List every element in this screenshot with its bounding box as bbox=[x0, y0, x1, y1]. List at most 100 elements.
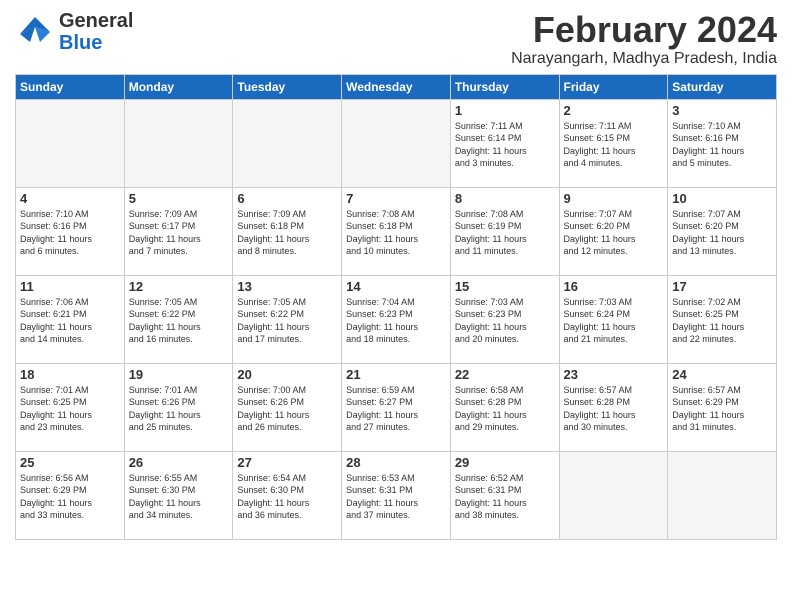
logo-name: General bbox=[59, 10, 133, 32]
col-saturday: Saturday bbox=[668, 74, 777, 99]
calendar-cell: 4 Sunrise: 7:10 AM Sunset: 6:16 PM Daylig… bbox=[16, 187, 125, 275]
calendar-cell: 24 Sunrise: 6:57 AM Sunset: 6:29 PM Dayli… bbox=[668, 363, 777, 451]
day-number: 8 bbox=[455, 191, 555, 206]
calendar-cell: 23 Sunrise: 6:57 AM Sunset: 6:28 PM Dayli… bbox=[559, 363, 668, 451]
col-tuesday: Tuesday bbox=[233, 74, 342, 99]
day-info: Sunrise: 7:01 AM Sunset: 6:26 PM Dayligh… bbox=[129, 384, 229, 434]
col-friday: Friday bbox=[559, 74, 668, 99]
calendar-cell bbox=[342, 99, 451, 187]
calendar-cell bbox=[233, 99, 342, 187]
day-number: 27 bbox=[237, 455, 337, 470]
logo-general: General bbox=[59, 10, 133, 32]
day-number: 23 bbox=[564, 367, 664, 382]
day-number: 10 bbox=[672, 191, 772, 206]
day-info: Sunrise: 7:04 AM Sunset: 6:23 PM Dayligh… bbox=[346, 296, 446, 346]
day-number: 9 bbox=[564, 191, 664, 206]
day-info: Sunrise: 7:01 AM Sunset: 6:25 PM Dayligh… bbox=[20, 384, 120, 434]
day-info: Sunrise: 7:07 AM Sunset: 6:20 PM Dayligh… bbox=[672, 208, 772, 258]
day-info: Sunrise: 6:57 AM Sunset: 6:29 PM Dayligh… bbox=[672, 384, 772, 434]
day-number: 12 bbox=[129, 279, 229, 294]
calendar-cell bbox=[559, 451, 668, 539]
location: Narayangarh, Madhya Pradesh, India bbox=[511, 50, 777, 68]
day-number: 25 bbox=[20, 455, 120, 470]
day-info: Sunrise: 7:03 AM Sunset: 6:23 PM Dayligh… bbox=[455, 296, 555, 346]
calendar-cell: 7 Sunrise: 7:08 AM Sunset: 6:18 PM Daylig… bbox=[342, 187, 451, 275]
calendar-cell: 28 Sunrise: 6:53 AM Sunset: 6:31 PM Dayli… bbox=[342, 451, 451, 539]
day-info: Sunrise: 6:56 AM Sunset: 6:29 PM Dayligh… bbox=[20, 472, 120, 522]
calendar-cell: 20 Sunrise: 7:00 AM Sunset: 6:26 PM Dayli… bbox=[233, 363, 342, 451]
day-info: Sunrise: 6:57 AM Sunset: 6:28 PM Dayligh… bbox=[564, 384, 664, 434]
col-monday: Monday bbox=[124, 74, 233, 99]
calendar-cell: 19 Sunrise: 7:01 AM Sunset: 6:26 PM Dayli… bbox=[124, 363, 233, 451]
day-number: 19 bbox=[129, 367, 229, 382]
day-info: Sunrise: 7:08 AM Sunset: 6:18 PM Dayligh… bbox=[346, 208, 446, 258]
day-info: Sunrise: 7:03 AM Sunset: 6:24 PM Dayligh… bbox=[564, 296, 664, 346]
calendar-week-row: 1Sunrise: 7:11 AM Sunset: 6:14 PM Daylig… bbox=[16, 99, 777, 187]
day-info: Sunrise: 7:10 AM Sunset: 6:16 PM Dayligh… bbox=[672, 120, 772, 170]
calendar-cell: 21 Sunrise: 6:59 AM Sunset: 6:27 PM Dayli… bbox=[342, 363, 451, 451]
calendar-cell: 11 Sunrise: 7:06 AM Sunset: 6:21 PM Dayli… bbox=[16, 275, 125, 363]
day-number: 21 bbox=[346, 367, 446, 382]
calendar-cell: 2 Sunrise: 7:11 AM Sunset: 6:15 PM Daylig… bbox=[559, 99, 668, 187]
logo: General Blue bbox=[15, 10, 133, 54]
day-info: Sunrise: 7:10 AM Sunset: 6:16 PM Dayligh… bbox=[20, 208, 120, 258]
calendar-cell: 29 Sunrise: 6:52 AM Sunset: 6:31 PM Dayli… bbox=[450, 451, 559, 539]
day-number: 22 bbox=[455, 367, 555, 382]
page: General Blue February 2024 Narayangarh, … bbox=[0, 0, 792, 550]
calendar-table: Sunday Monday Tuesday Wednesday Thursday… bbox=[15, 74, 777, 540]
calendar-cell: 17Sunrise: 7:02 AM Sunset: 6:25 PM Dayli… bbox=[668, 275, 777, 363]
calendar-week-row: 11 Sunrise: 7:06 AM Sunset: 6:21 PM Dayli… bbox=[16, 275, 777, 363]
day-number: 15 bbox=[455, 279, 555, 294]
calendar-cell: 3 Sunrise: 7:10 AM Sunset: 6:16 PM Daylig… bbox=[668, 99, 777, 187]
col-wednesday: Wednesday bbox=[342, 74, 451, 99]
calendar-cell: 12 Sunrise: 7:05 AM Sunset: 6:22 PM Dayli… bbox=[124, 275, 233, 363]
day-number: 11 bbox=[20, 279, 120, 294]
col-sunday: Sunday bbox=[16, 74, 125, 99]
logo-blue: Blue bbox=[59, 32, 102, 54]
calendar-week-row: 4 Sunrise: 7:10 AM Sunset: 6:16 PM Daylig… bbox=[16, 187, 777, 275]
day-info: Sunrise: 7:06 AM Sunset: 6:21 PM Dayligh… bbox=[20, 296, 120, 346]
day-info: Sunrise: 7:08 AM Sunset: 6:19 PM Dayligh… bbox=[455, 208, 555, 258]
day-info: Sunrise: 7:07 AM Sunset: 6:20 PM Dayligh… bbox=[564, 208, 664, 258]
day-number: 24 bbox=[672, 367, 772, 382]
day-number: 2 bbox=[564, 103, 664, 118]
day-info: Sunrise: 7:09 AM Sunset: 6:18 PM Dayligh… bbox=[237, 208, 337, 258]
calendar-cell bbox=[16, 99, 125, 187]
day-number: 7 bbox=[346, 191, 446, 206]
calendar-cell: 22 Sunrise: 6:58 AM Sunset: 6:28 PM Dayli… bbox=[450, 363, 559, 451]
day-info: Sunrise: 7:09 AM Sunset: 6:17 PM Dayligh… bbox=[129, 208, 229, 258]
day-info: Sunrise: 6:54 AM Sunset: 6:30 PM Dayligh… bbox=[237, 472, 337, 522]
day-number: 17 bbox=[672, 279, 772, 294]
day-number: 18 bbox=[20, 367, 120, 382]
day-info: Sunrise: 6:58 AM Sunset: 6:28 PM Dayligh… bbox=[455, 384, 555, 434]
day-info: Sunrise: 7:05 AM Sunset: 6:22 PM Dayligh… bbox=[129, 296, 229, 346]
day-number: 28 bbox=[346, 455, 446, 470]
title-area: February 2024 Narayangarh, Madhya Prades… bbox=[511, 10, 777, 68]
calendar-cell: 8 Sunrise: 7:08 AM Sunset: 6:19 PM Daylig… bbox=[450, 187, 559, 275]
calendar-week-row: 25 Sunrise: 6:56 AM Sunset: 6:29 PM Dayli… bbox=[16, 451, 777, 539]
calendar-cell: 1Sunrise: 7:11 AM Sunset: 6:14 PM Daylig… bbox=[450, 99, 559, 187]
day-info: Sunrise: 7:00 AM Sunset: 6:26 PM Dayligh… bbox=[237, 384, 337, 434]
day-number: 20 bbox=[237, 367, 337, 382]
day-info: Sunrise: 6:52 AM Sunset: 6:31 PM Dayligh… bbox=[455, 472, 555, 522]
calendar-cell: 27 Sunrise: 6:54 AM Sunset: 6:30 PM Dayli… bbox=[233, 451, 342, 539]
day-number: 3 bbox=[672, 103, 772, 118]
day-number: 6 bbox=[237, 191, 337, 206]
day-info: Sunrise: 7:11 AM Sunset: 6:15 PM Dayligh… bbox=[564, 120, 664, 170]
day-number: 13 bbox=[237, 279, 337, 294]
calendar-cell: 18 Sunrise: 7:01 AM Sunset: 6:25 PM Dayli… bbox=[16, 363, 125, 451]
calendar-cell bbox=[668, 451, 777, 539]
calendar-header-row: Sunday Monday Tuesday Wednesday Thursday… bbox=[16, 74, 777, 99]
logo-icon bbox=[15, 12, 55, 52]
day-number: 5 bbox=[129, 191, 229, 206]
col-thursday: Thursday bbox=[450, 74, 559, 99]
day-info: Sunrise: 6:55 AM Sunset: 6:30 PM Dayligh… bbox=[129, 472, 229, 522]
calendar-cell: 25 Sunrise: 6:56 AM Sunset: 6:29 PM Dayli… bbox=[16, 451, 125, 539]
day-number: 4 bbox=[20, 191, 120, 206]
day-number: 29 bbox=[455, 455, 555, 470]
calendar-cell bbox=[124, 99, 233, 187]
day-info: Sunrise: 6:53 AM Sunset: 6:31 PM Dayligh… bbox=[346, 472, 446, 522]
calendar-cell: 26Sunrise: 6:55 AM Sunset: 6:30 PM Dayli… bbox=[124, 451, 233, 539]
logo-text-area: General Blue bbox=[59, 10, 133, 54]
day-info: Sunrise: 6:59 AM Sunset: 6:27 PM Dayligh… bbox=[346, 384, 446, 434]
